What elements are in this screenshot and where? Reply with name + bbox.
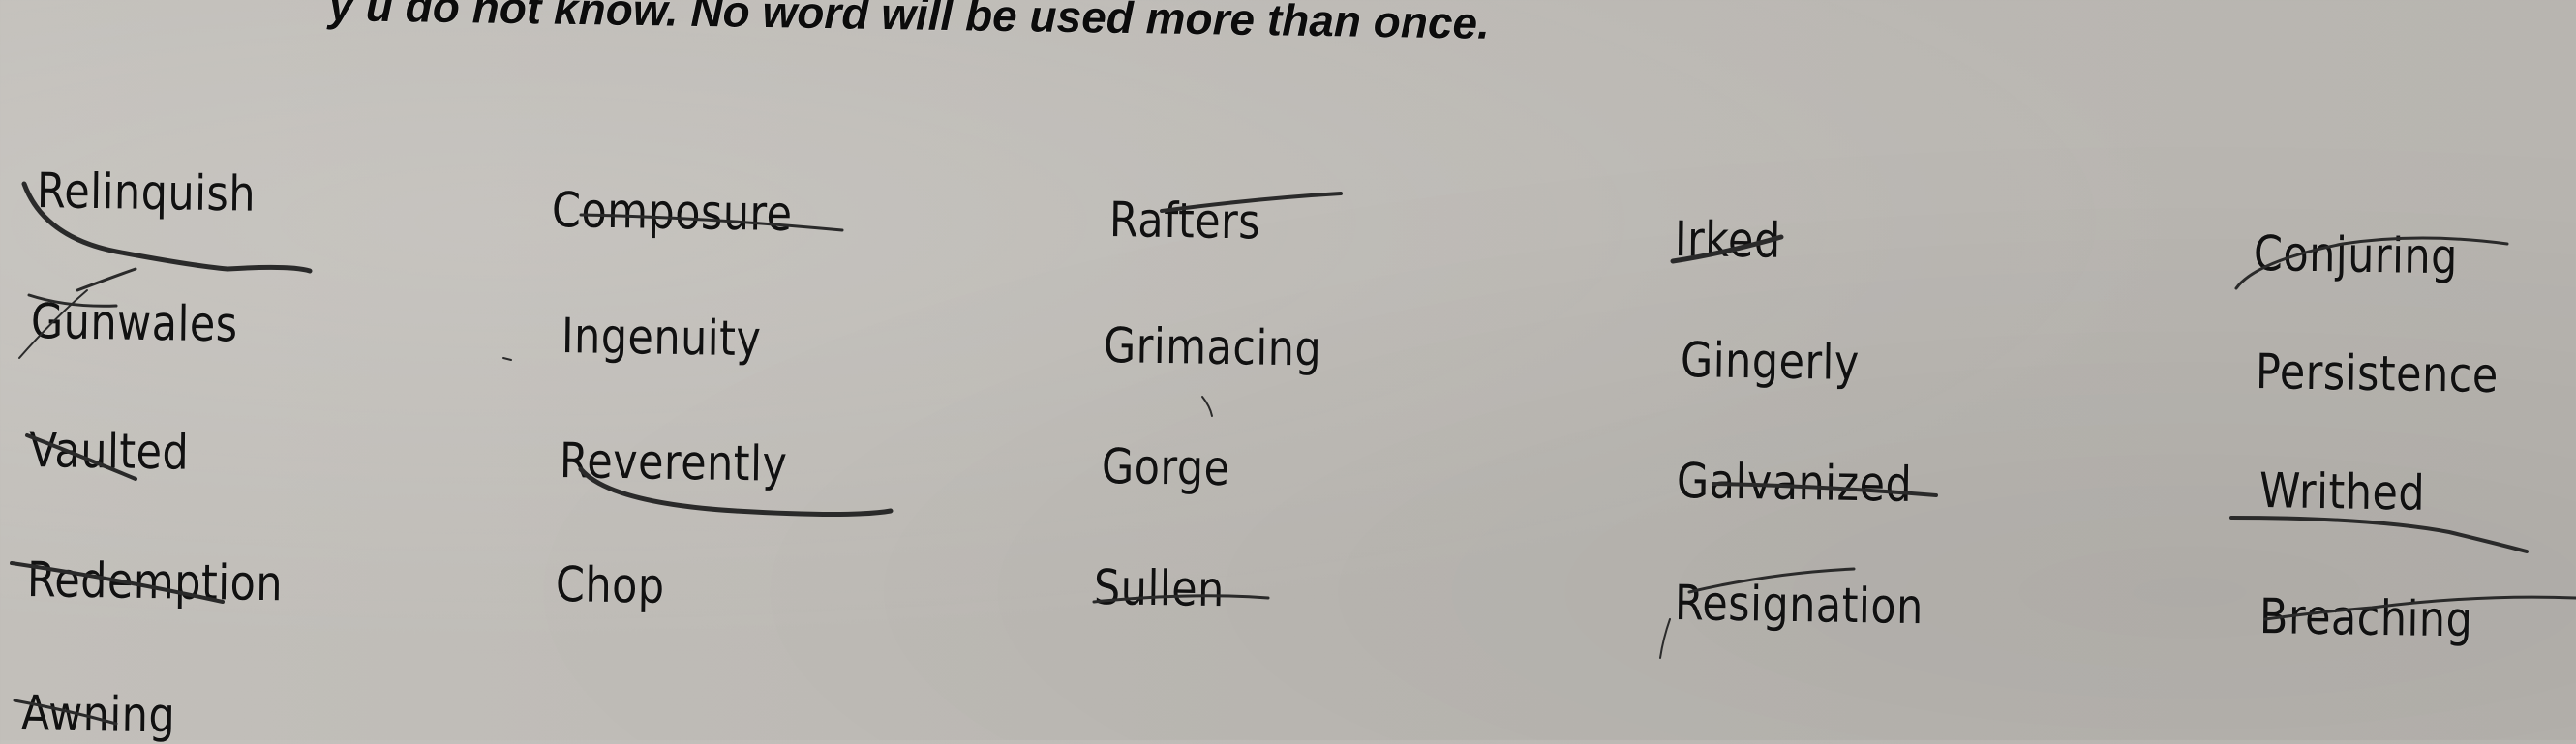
word-item: Resignation	[1674, 575, 1924, 636]
word-item: Gorge	[1101, 438, 1230, 497]
word-item: Chop	[555, 556, 665, 614]
instructions-text: y u do not know. No word will be used mo…	[328, 0, 1491, 48]
word-item: Gunwales	[30, 293, 238, 353]
pen-stray-mark	[1201, 396, 1213, 417]
word-item: Sullen	[1093, 559, 1226, 618]
word-item: Irked	[1674, 211, 1781, 269]
pen-squiggle	[76, 267, 137, 292]
word-item: Redemption	[26, 551, 284, 612]
word-item: Gingerly	[1680, 332, 1861, 391]
pen-stray-mark	[502, 357, 512, 361]
word-item: Persistence	[2255, 343, 2500, 404]
word-item: Galvanized	[1676, 453, 1913, 513]
word-item: Vaulted	[28, 422, 190, 481]
word-item: Conjuring	[2253, 225, 2459, 285]
word-item: Writhed	[2258, 462, 2426, 521]
word-item: Rafters	[1108, 192, 1261, 251]
pen-overline	[1659, 618, 1671, 659]
word-item: Reverently	[559, 432, 788, 492]
word-item: Awning	[20, 685, 176, 744]
word-item: Grimacing	[1103, 317, 1322, 377]
word-item: Relinquish	[36, 163, 257, 223]
word-item: Breaching	[2258, 588, 2473, 648]
word-item: Ingenuity	[561, 308, 762, 368]
word-item: Composure	[551, 182, 793, 243]
pen-underline	[2229, 516, 2529, 553]
